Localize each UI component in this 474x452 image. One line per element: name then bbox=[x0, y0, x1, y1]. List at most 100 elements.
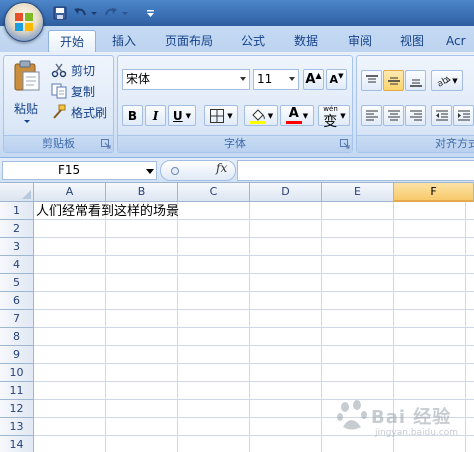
select-all-button[interactable] bbox=[0, 183, 34, 202]
phonetic-label: 变 bbox=[323, 113, 338, 130]
shrink-font-letter: A bbox=[329, 73, 339, 86]
font-color-button[interactable]: A ▼ bbox=[280, 105, 314, 126]
row-header[interactable]: 12 bbox=[0, 400, 34, 418]
underline-label: U bbox=[172, 108, 183, 123]
decrease-indent-button[interactable] bbox=[431, 105, 452, 126]
font-size-value: 11 bbox=[257, 72, 273, 86]
font-group: 宋体 11 A ▲ A ▼ B I U ▼ ▼ ▼ A ▼ wén 变 ▼ 字体 bbox=[117, 55, 353, 153]
row-header[interactable]: 10 bbox=[0, 364, 34, 382]
font-name-value: 宋体 bbox=[126, 72, 151, 86]
column-header-d[interactable]: D bbox=[250, 183, 322, 202]
watermark-text: Bai 经验 bbox=[371, 407, 452, 428]
copy-label: 复制 bbox=[71, 84, 96, 99]
row-header[interactable]: 3 bbox=[0, 238, 34, 256]
bold-button[interactable]: B bbox=[122, 105, 143, 126]
tab-review[interactable]: 审阅 bbox=[340, 30, 380, 52]
redo-icon[interactable] bbox=[104, 5, 118, 21]
watermark: Bai 经验 jingyan.baidu.com bbox=[333, 395, 468, 447]
decrease-indent-icon bbox=[435, 110, 448, 120]
increase-indent-button[interactable] bbox=[453, 105, 474, 126]
name-box[interactable]: F15 bbox=[2, 161, 157, 180]
align-left-icon bbox=[365, 110, 378, 120]
borders-button[interactable]: ▼ bbox=[204, 105, 238, 126]
chevron-down-icon: ▼ bbox=[227, 111, 233, 120]
office-button[interactable] bbox=[4, 2, 44, 42]
row-header[interactable]: 9 bbox=[0, 346, 34, 364]
font-size-combo[interactable]: 11 bbox=[253, 69, 299, 90]
grow-font-letter: A bbox=[305, 72, 316, 87]
align-right-button[interactable] bbox=[405, 105, 426, 126]
alignment-group: ab ▼ 对齐方式 bbox=[356, 55, 474, 153]
row-header[interactable]: 6 bbox=[0, 292, 34, 310]
fill-bucket-icon bbox=[249, 108, 266, 124]
align-top-button[interactable] bbox=[361, 70, 382, 91]
font-name-combo[interactable]: 宋体 bbox=[122, 69, 250, 90]
align-center-icon bbox=[387, 110, 400, 120]
formula-input[interactable] bbox=[237, 160, 474, 181]
save-icon[interactable] bbox=[53, 5, 67, 21]
italic-button[interactable]: I bbox=[145, 105, 166, 126]
row-header[interactable]: 2 bbox=[0, 220, 34, 238]
format-painter-button[interactable]: 格式刷 bbox=[51, 102, 107, 122]
paste-button[interactable]: 粘贴 bbox=[6, 58, 48, 134]
chevron-down-icon bbox=[24, 120, 30, 123]
copy-button[interactable]: 复制 bbox=[51, 81, 95, 101]
bold-label: B bbox=[127, 108, 138, 123]
row-header[interactable]: 1 bbox=[0, 202, 34, 220]
fill-color-button[interactable]: ▼ bbox=[244, 105, 278, 126]
chevron-down-icon bbox=[240, 77, 246, 81]
row-header[interactable]: 11 bbox=[0, 382, 34, 400]
alignment-group-label: 对齐方式 bbox=[357, 135, 474, 152]
align-center-button[interactable] bbox=[383, 105, 404, 126]
chevron-down-icon[interactable] bbox=[146, 169, 154, 174]
row-header[interactable]: 7 bbox=[0, 310, 34, 328]
shrink-font-button[interactable]: A ▼ bbox=[326, 69, 347, 90]
copy-icon bbox=[51, 83, 67, 99]
tab-data[interactable]: 数据 bbox=[286, 30, 326, 52]
row-header[interactable]: 14 bbox=[0, 436, 34, 452]
column-header-c[interactable]: C bbox=[178, 183, 250, 202]
tab-insert[interactable]: 插入 bbox=[104, 30, 144, 52]
align-top-icon bbox=[365, 74, 378, 82]
chevron-down-icon: ▼ bbox=[267, 111, 274, 120]
row-header[interactable]: 8 bbox=[0, 328, 34, 346]
align-middle-button[interactable] bbox=[383, 70, 404, 91]
cell-a1[interactable]: 人们经常看到这样的场景 bbox=[36, 203, 179, 220]
chevron-down-icon[interactable] bbox=[90, 5, 98, 21]
tab-acrobat[interactable]: Acr bbox=[446, 30, 474, 52]
cut-button[interactable]: 剪切 bbox=[51, 60, 95, 80]
column-header-a[interactable]: A bbox=[34, 183, 106, 202]
customize-icon[interactable] bbox=[146, 5, 155, 21]
align-left-button[interactable] bbox=[361, 105, 382, 126]
undo-icon[interactable] bbox=[73, 5, 87, 21]
clipboard-group: 粘贴 剪切 复制 格式刷 剪贴板 bbox=[3, 55, 114, 153]
formula-bar: F15 fx bbox=[0, 158, 474, 183]
insert-function-button[interactable]: fx bbox=[216, 161, 227, 175]
font-color-letter: A bbox=[288, 105, 299, 121]
underline-button[interactable]: U ▼ bbox=[168, 105, 196, 126]
align-bottom-button[interactable] bbox=[405, 70, 426, 91]
tab-formulas[interactable]: 公式 bbox=[233, 30, 273, 52]
scissors-icon bbox=[51, 63, 67, 78]
grow-font-button[interactable]: A ▲ bbox=[303, 69, 324, 90]
orientation-button[interactable]: ab ▼ bbox=[431, 70, 463, 91]
align-right-icon bbox=[409, 110, 422, 120]
ribbon-tabs: 开始 插入 页面布局 公式 数据 审阅 视图 Acr bbox=[0, 26, 474, 52]
chevron-down-icon bbox=[289, 77, 295, 81]
column-header-b[interactable]: B bbox=[106, 183, 178, 202]
phonetic-button[interactable]: wén 变 ▼ bbox=[318, 105, 350, 130]
tab-home[interactable]: 开始 bbox=[48, 30, 96, 52]
tab-view[interactable]: 视图 bbox=[392, 30, 432, 52]
column-header-e[interactable]: E bbox=[322, 183, 394, 202]
tab-page-layout[interactable]: 页面布局 bbox=[158, 30, 220, 52]
borders-icon bbox=[210, 108, 225, 123]
paste-icon bbox=[14, 60, 40, 91]
dialog-launcher-icon[interactable] bbox=[101, 139, 111, 149]
row-header[interactable]: 5 bbox=[0, 274, 34, 292]
dialog-launcher-icon[interactable] bbox=[340, 139, 350, 149]
ribbon: 粘贴 剪切 复制 格式刷 剪贴板 宋体 11 A ▲ A ▼ B I U ▼ ▼… bbox=[0, 52, 474, 158]
row-header[interactable]: 4 bbox=[0, 256, 34, 274]
row-header[interactable]: 13 bbox=[0, 418, 34, 436]
column-header-f[interactable]: F bbox=[394, 183, 474, 202]
chevron-down-icon[interactable] bbox=[121, 5, 129, 21]
